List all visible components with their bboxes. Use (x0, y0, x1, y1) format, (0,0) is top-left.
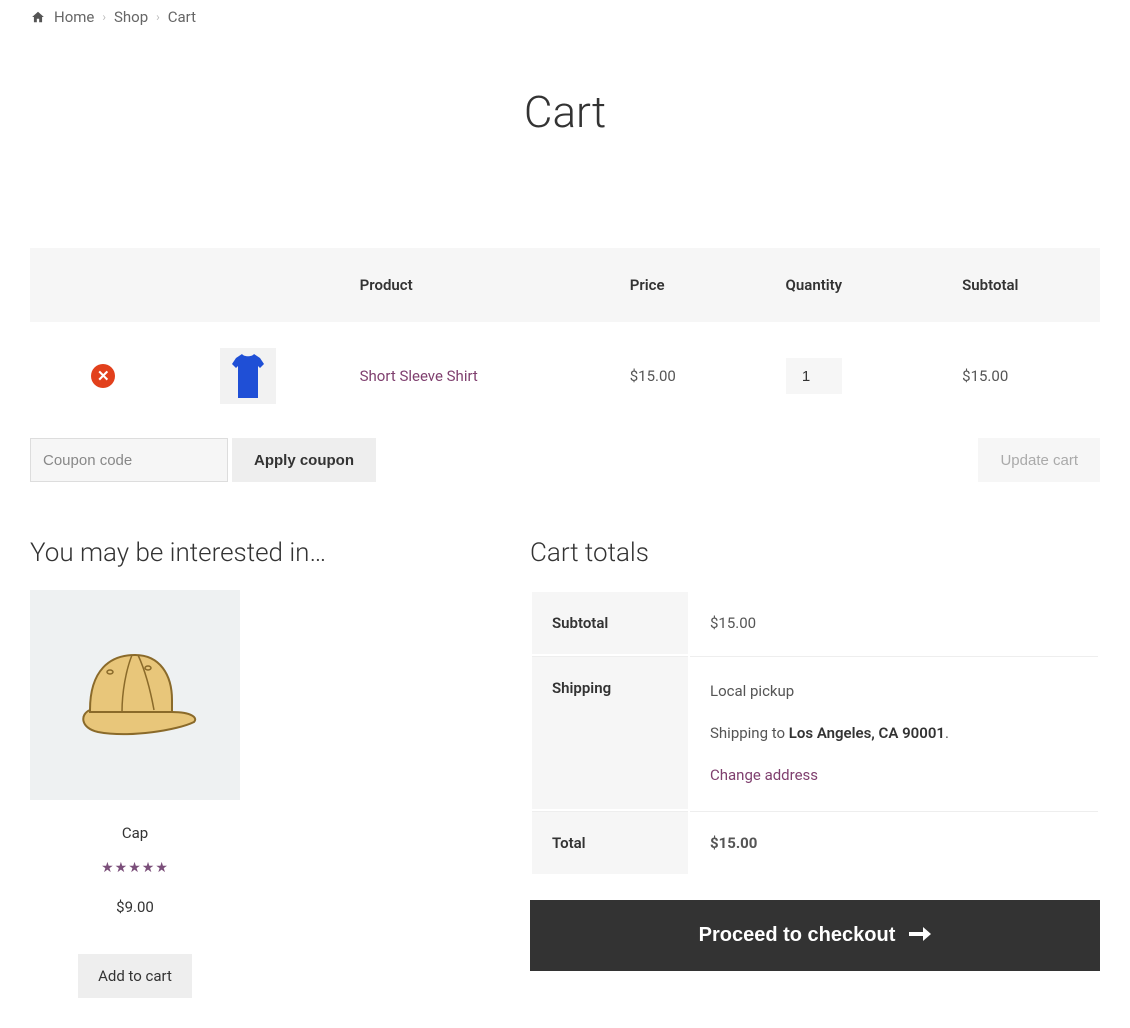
total-value: $15.00 (690, 811, 1098, 874)
item-price: $15.00 (612, 322, 768, 430)
shipping-method: Local pickup (710, 679, 1078, 703)
add-to-cart-button[interactable]: Add to cart (78, 954, 192, 998)
upsell-product[interactable]: Cap ★★★★★ $9.00 Add to cart (30, 590, 240, 998)
cart-totals-table: Subtotal $15.00 Shipping Local pickup Sh… (530, 590, 1100, 876)
col-price-header: Price (612, 248, 768, 322)
shipping-destination: Shipping to Los Angeles, CA 90001. (710, 721, 1078, 745)
shipping-label: Shipping (532, 656, 688, 809)
shirt-icon (228, 352, 268, 400)
breadcrumb-shop[interactable]: Shop (114, 8, 148, 26)
col-thumbnail-header (155, 248, 342, 322)
subtotal-label: Subtotal (532, 592, 688, 654)
cart-totals-heading: Cart totals (530, 538, 1100, 568)
coupon-code-input[interactable] (30, 438, 228, 482)
upsell-thumbnail (30, 590, 240, 800)
remove-item-button[interactable]: ✕ (91, 364, 115, 388)
upsell-name: Cap (30, 824, 240, 842)
breadcrumb-home[interactable]: Home (54, 8, 94, 26)
breadcrumb-current: Cart (168, 8, 196, 26)
cap-icon (70, 640, 200, 750)
cart-table: Product Price Quantity Subtotal ✕ (30, 248, 1100, 430)
subtotal-value: $15.00 (690, 592, 1098, 654)
col-product-header: Product (342, 248, 612, 322)
product-name-link[interactable]: Short Sleeve Shirt (360, 367, 478, 385)
update-cart-button[interactable]: Update cart (978, 438, 1100, 482)
chevron-right-icon: › (156, 10, 160, 24)
chevron-right-icon: › (102, 10, 106, 24)
cart-actions: Apply coupon Update cart (30, 438, 1100, 482)
interested-heading: You may be interested in… (30, 538, 470, 568)
col-quantity-header: Quantity (768, 248, 945, 322)
page-title: Cart (30, 86, 1100, 138)
apply-coupon-button[interactable]: Apply coupon (232, 438, 376, 482)
col-subtotal-header: Subtotal (944, 248, 1100, 322)
product-thumbnail[interactable] (220, 348, 276, 404)
arrow-right-icon (909, 924, 931, 947)
close-icon: ✕ (97, 367, 110, 385)
upsell-price: $9.00 (30, 898, 240, 916)
change-address-link[interactable]: Change address (710, 766, 818, 784)
breadcrumb: Home › Shop › Cart (30, 8, 1100, 26)
rating-stars: ★★★★★ (30, 860, 240, 876)
item-subtotal: $15.00 (944, 322, 1100, 430)
total-label: Total (532, 811, 688, 874)
cart-row: ✕ Short Sleeve Shirt $15.00 (30, 322, 1100, 430)
home-icon (30, 10, 46, 24)
col-remove-header (30, 248, 155, 322)
proceed-to-checkout-button[interactable]: Proceed to checkout (530, 900, 1100, 971)
quantity-input[interactable] (786, 358, 842, 394)
